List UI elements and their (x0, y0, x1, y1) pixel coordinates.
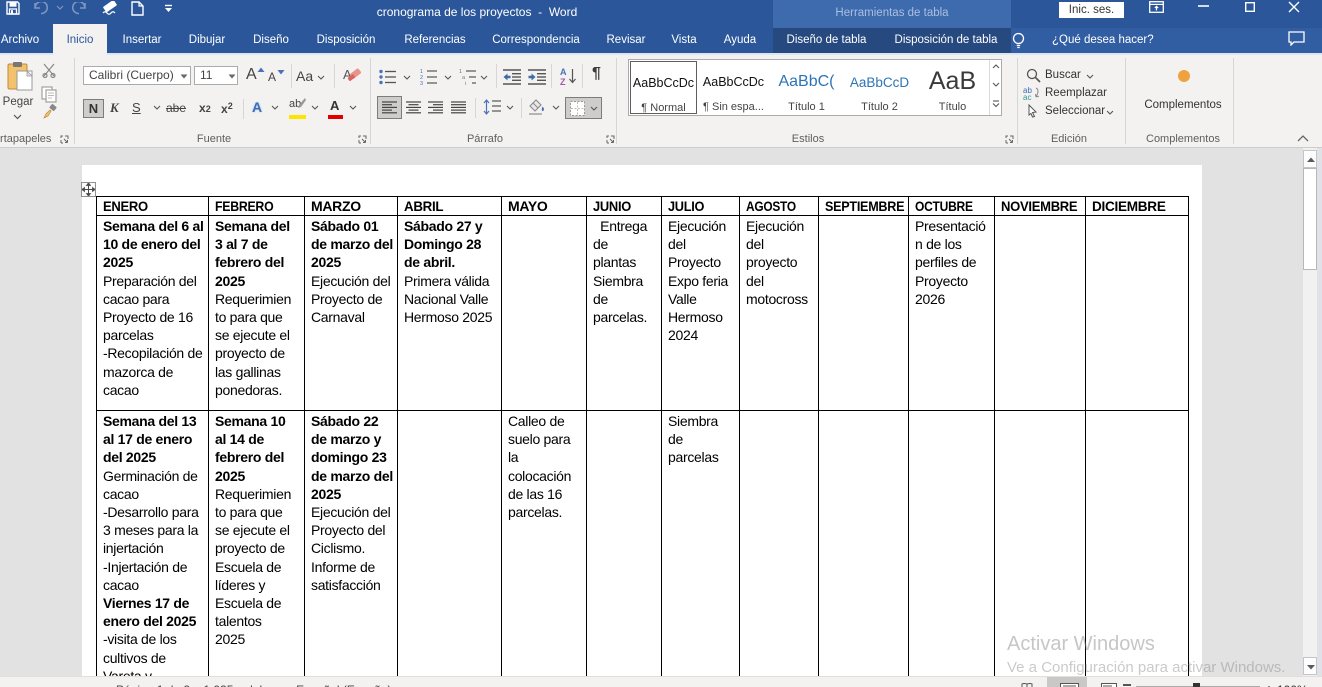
svg-text:3: 3 (420, 81, 423, 85)
svg-text:ac: ac (1023, 93, 1031, 100)
svg-text:Z: Z (560, 77, 566, 86)
svg-text:A: A (560, 67, 567, 77)
svg-text:i: i (465, 81, 466, 85)
